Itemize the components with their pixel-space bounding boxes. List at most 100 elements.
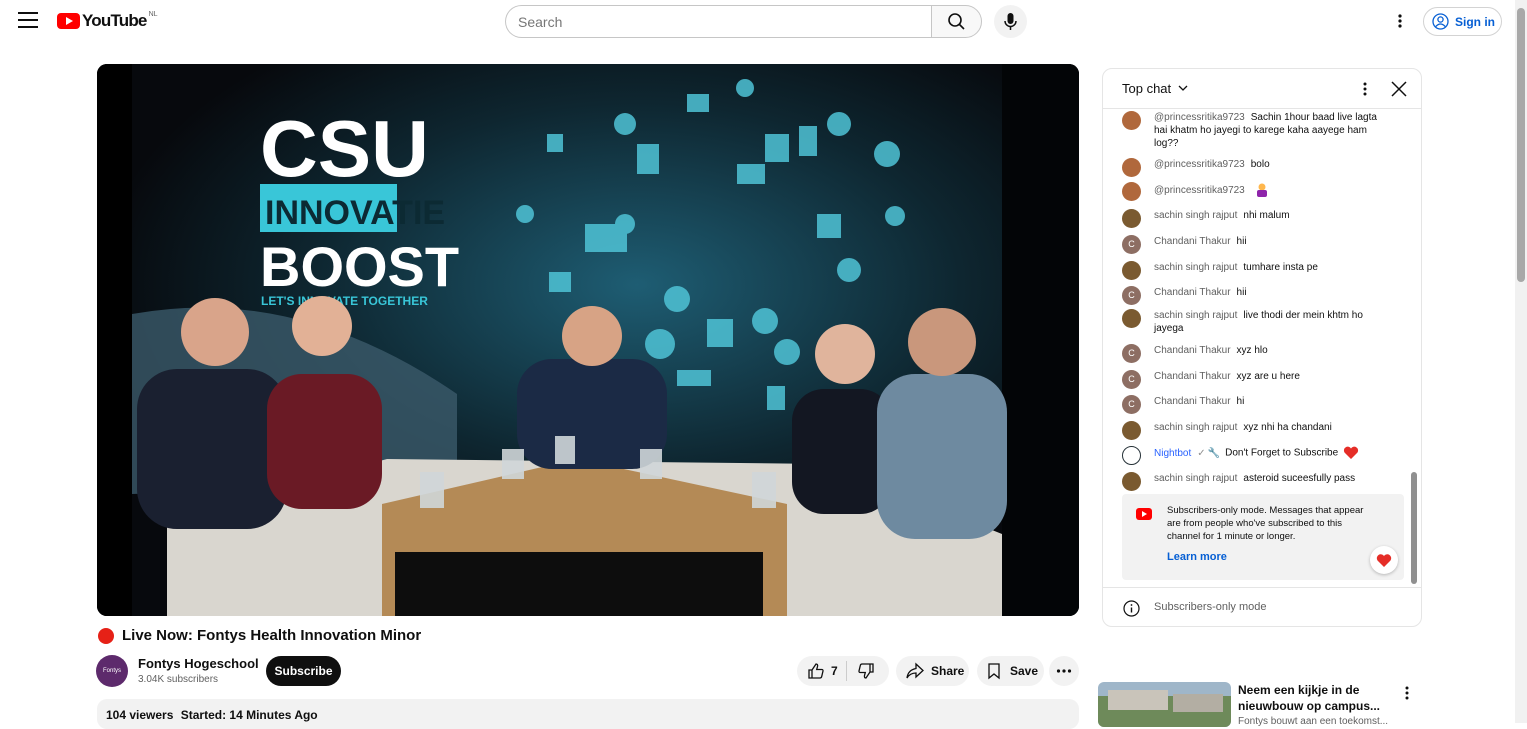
chat-avatar[interactable] xyxy=(1122,158,1141,177)
video-player[interactable]: CSU INNOVATIE BOOST LET'S INNOVATE TOGET… xyxy=(97,64,1079,616)
chat-author[interactable]: Nightbot xyxy=(1154,448,1191,459)
share-icon xyxy=(906,662,924,679)
chat-avatar[interactable]: C xyxy=(1122,235,1141,254)
chat-avatar[interactable] xyxy=(1122,421,1141,440)
chat-avatar[interactable]: C xyxy=(1122,286,1141,305)
chat-message: C Chandani Thakur xyz hlo xyxy=(1122,344,1392,363)
live-indicator xyxy=(98,627,114,644)
search-input[interactable] xyxy=(518,13,932,30)
chat-scrollbar-thumb[interactable] xyxy=(1411,472,1417,584)
search-box xyxy=(505,5,932,38)
menu-icon[interactable] xyxy=(18,12,38,28)
chat-message: @princessritika9723 xyxy=(1122,182,1392,201)
top-bar: YouTube NL Sign in xyxy=(0,0,1515,42)
verified-icon: ✓ xyxy=(1197,447,1206,459)
video-title: Live Now: Fontys Health Innovation Minor xyxy=(98,627,421,644)
chat-author[interactable]: Chandani Thakur xyxy=(1154,287,1231,298)
heart-emoji-icon xyxy=(1343,446,1359,459)
more-horizontal-icon xyxy=(1056,669,1072,673)
chat-author[interactable]: @princessritika9723 xyxy=(1154,112,1245,123)
chat-message: C Chandani Thakur hii xyxy=(1122,286,1392,305)
like-count: 7 xyxy=(831,664,838,678)
chat-more-icon[interactable] xyxy=(1361,81,1369,100)
chat-text: hii xyxy=(1236,236,1247,247)
channel-name[interactable]: Fontys Hogeschool xyxy=(138,656,259,671)
chat-author[interactable]: Chandani Thakur xyxy=(1154,345,1231,356)
recommendation-more-icon[interactable] xyxy=(1402,685,1412,706)
dislike-button[interactable] xyxy=(847,656,875,686)
search-icon xyxy=(948,13,965,30)
country-code: NL xyxy=(148,10,158,18)
voice-search-button[interactable] xyxy=(994,5,1027,38)
chat-text: hi xyxy=(1236,396,1245,407)
recommendation-thumbnail[interactable] xyxy=(1098,682,1231,727)
youtube-logo[interactable]: YouTube NL xyxy=(57,11,158,31)
chat-text: xyz hlo xyxy=(1236,345,1268,356)
chat-avatar[interactable] xyxy=(1122,182,1141,201)
chat-text: bolo xyxy=(1250,159,1270,170)
save-button[interactable]: Save xyxy=(977,656,1044,686)
channel-avatar-text: Fontys xyxy=(102,668,121,674)
chat-message: sachin singh rajput tumhare insta pe xyxy=(1122,261,1392,280)
chat-avatar[interactable] xyxy=(1122,309,1141,328)
chat-avatar[interactable]: C xyxy=(1122,344,1141,363)
description-box[interactable]: 104 viewers Started: 14 Minutes Ago xyxy=(97,699,1079,729)
chat-message: sachin singh rajput live thodi der mein k… xyxy=(1122,309,1392,335)
chat-avatar[interactable] xyxy=(1122,209,1141,228)
chat-author[interactable]: sachin singh rajput xyxy=(1154,210,1237,221)
chat-author[interactable]: sachin singh rajput xyxy=(1154,262,1237,273)
chat-author[interactable]: @princessritika9723 xyxy=(1154,185,1245,196)
settings-more-icon[interactable] xyxy=(1392,12,1408,30)
chat-message: sachin singh rajput xyz nhi ha chandani xyxy=(1122,421,1392,440)
chat-mode-selector[interactable]: Top chat xyxy=(1122,81,1189,96)
like-button[interactable]: 7 xyxy=(797,656,838,686)
close-chat-icon[interactable] xyxy=(1389,79,1409,102)
chat-author[interactable]: Chandani Thakur xyxy=(1154,371,1231,382)
chat-scrollbar[interactable] xyxy=(1409,113,1419,588)
chat-author[interactable]: sachin singh rajput xyxy=(1154,473,1237,484)
channel-avatar[interactable]: Fontys xyxy=(96,655,128,687)
page-scrollbar[interactable] xyxy=(1515,0,1527,723)
reaction-heart-button[interactable] xyxy=(1370,546,1398,574)
chat-avatar[interactable] xyxy=(1122,111,1141,130)
chat-header: Top chat xyxy=(1103,69,1421,109)
chat-avatar[interactable]: C xyxy=(1122,370,1141,389)
save-label: Save xyxy=(1010,664,1039,678)
chat-message: Nightbot ✓ 🔧 Don't Forget to Subscribe xyxy=(1122,446,1392,465)
learn-more-link[interactable]: Learn more xyxy=(1167,551,1227,563)
chat-author[interactable]: sachin singh rajput xyxy=(1154,310,1237,321)
notice-text: Subscribers-only mode. Messages that app… xyxy=(1167,505,1364,542)
youtube-notice-icon xyxy=(1136,508,1152,520)
overlay-tagline: LET'S INNOVATE TOGETHER xyxy=(261,294,428,308)
thumbs-down-icon xyxy=(858,663,874,679)
recommendation-title[interactable]: Neem een kijkje in de nieuwbouw op campu… xyxy=(1238,682,1388,714)
chat-avatar[interactable] xyxy=(1122,446,1141,465)
chat-avatar[interactable]: C xyxy=(1122,395,1141,414)
like-dislike-group: 7 xyxy=(797,656,889,686)
mic-icon xyxy=(1004,13,1017,30)
chat-message: @princessritika9723 bolo xyxy=(1122,158,1392,177)
chat-mode-label: Top chat xyxy=(1122,81,1172,96)
chat-avatar[interactable] xyxy=(1122,261,1141,280)
chat-text: xyz are u here xyxy=(1236,371,1300,382)
chat-avatar[interactable] xyxy=(1122,472,1141,491)
chat-author[interactable]: Chandani Thakur xyxy=(1154,396,1231,407)
search-button[interactable] xyxy=(931,5,982,38)
sign-in-button[interactable]: Sign in xyxy=(1423,7,1502,36)
chat-author[interactable]: Chandani Thakur xyxy=(1154,236,1231,247)
heart-icon xyxy=(1376,554,1392,567)
share-label: Share xyxy=(931,664,965,678)
chat-text: nhi malum xyxy=(1243,210,1290,221)
chat-author[interactable]: sachin singh rajput xyxy=(1154,422,1237,433)
bookmark-icon xyxy=(988,663,1000,680)
overlay-title-3: BOOST xyxy=(260,235,459,298)
live-chat-panel: Top chat @princessritika9723 Sachin 1hour… xyxy=(1102,68,1422,627)
page-scrollbar-thumb[interactable] xyxy=(1517,8,1525,282)
subscribe-button[interactable]: Subscribe xyxy=(266,656,341,686)
chat-text: hii xyxy=(1236,287,1247,298)
chat-author[interactable]: @princessritika9723 xyxy=(1154,159,1245,170)
chevron-down-icon xyxy=(1178,85,1188,91)
share-button[interactable]: Share xyxy=(896,656,969,686)
recommendation-subtitle: Fontys bouwt aan een toekomst... xyxy=(1238,716,1388,727)
more-actions-button[interactable] xyxy=(1049,656,1079,686)
